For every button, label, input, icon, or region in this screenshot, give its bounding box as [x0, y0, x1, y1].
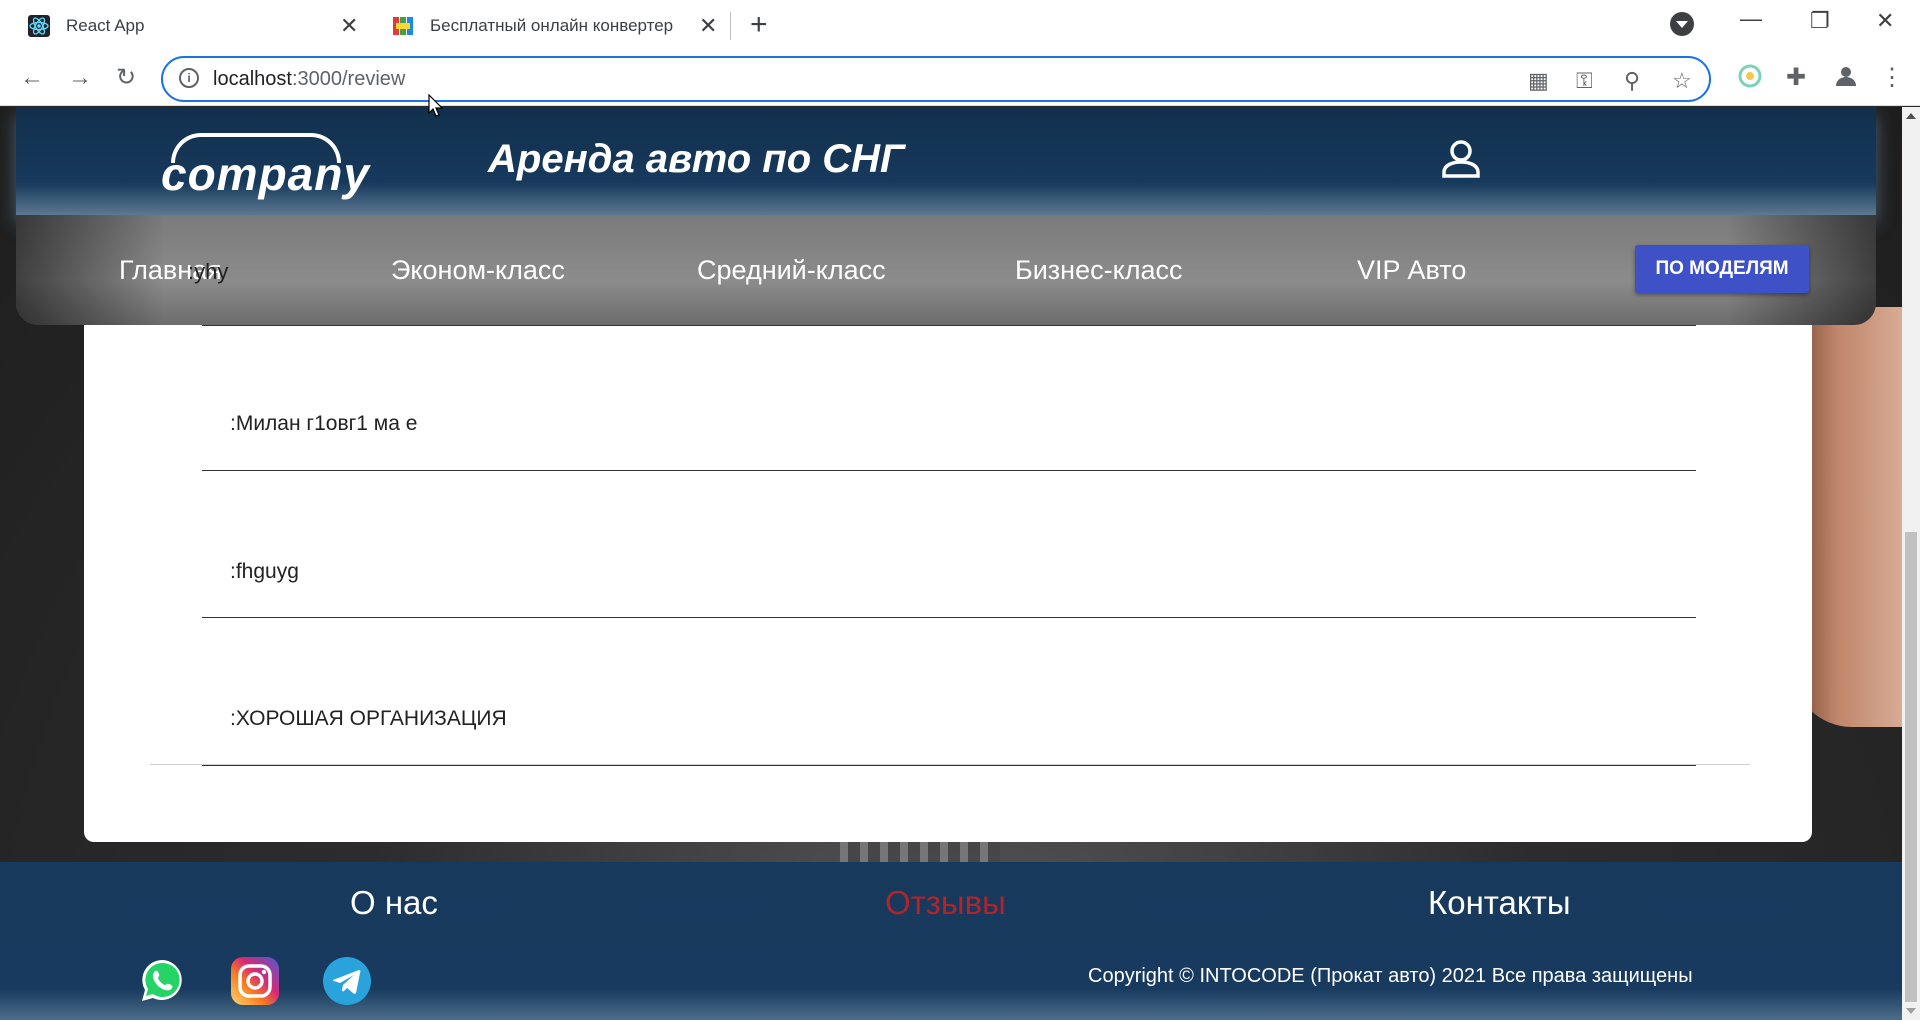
site-footer: О нас Отзывы Контакты Copyright © INTOCO… — [0, 862, 1902, 1020]
reviews-card: :Милан г1овг1 ма е :fhguyg :ХОРОШАЯ ОРГА… — [84, 325, 1812, 842]
tab-title: Бесплатный онлайн конвертер — [430, 15, 674, 35]
review-text: :fhguyg — [230, 560, 299, 583]
site-title: Аренда авто по СНГ — [488, 137, 905, 181]
review-item: :Милан г1овг1 ма е — [230, 412, 417, 436]
extension-colorful-icon[interactable] — [1738, 64, 1762, 95]
restore-icon[interactable]: ❐ — [1810, 8, 1830, 34]
nav-overlap-text: :yhy — [188, 259, 229, 284]
nav-link-economy[interactable]: Эконом-класс — [391, 255, 565, 286]
nav-link-business[interactable]: Бизнес-класс — [1015, 255, 1182, 286]
browser-tabbar: React App ✕ Бесплатный онлайн конвертер … — [0, 0, 1920, 51]
user-account-icon[interactable] — [1441, 139, 1481, 179]
telegram-icon[interactable] — [323, 957, 371, 1005]
close-tab-icon[interactable]: ✕ — [699, 13, 717, 39]
review-divider — [202, 617, 1696, 618]
tab-separator — [730, 12, 731, 40]
footer-link-reviews[interactable]: Отзывы — [885, 884, 1006, 922]
page-scrollbar[interactable] — [1902, 107, 1920, 1020]
by-models-button[interactable]: ПО МОДЕЛЯМ — [1635, 245, 1809, 293]
review-text: :Милан г1овг1 ма е — [230, 412, 418, 435]
logo-text: company — [161, 148, 370, 200]
review-item: :fhguyg — [230, 560, 299, 584]
back-icon[interactable]: ← — [20, 64, 44, 92]
scroll-down-arrow-icon[interactable] — [1906, 1008, 1916, 1014]
react-icon — [28, 14, 50, 37]
scrollbar-thumb[interactable] — [1905, 532, 1917, 1002]
instagram-icon[interactable] — [231, 957, 279, 1005]
background-car-grille — [840, 842, 1000, 864]
scroll-up-arrow-icon[interactable] — [1906, 113, 1916, 119]
new-tab-icon[interactable]: + — [750, 10, 768, 40]
review-item: :ХОРОШАЯ ОРГАНИЗАЦИЯ — [230, 707, 507, 731]
menu-kebab-icon[interactable]: ⋮ — [1880, 64, 1904, 92]
url-path: :3000/review — [291, 68, 406, 90]
qr-code-icon[interactable]: ▦ — [1528, 68, 1549, 94]
footer-link-contacts[interactable]: Контакты — [1428, 884, 1571, 922]
footer-link-about[interactable]: О нас — [350, 884, 438, 922]
copyright-text: Copyright © INTOCODE (Прокат авто) 2021 … — [1088, 965, 1693, 987]
url-host: localhost — [213, 68, 292, 90]
site-header: company Аренда авто по СНГ — [16, 107, 1876, 215]
review-divider — [202, 765, 1696, 766]
whatsapp-icon[interactable] — [138, 957, 186, 1005]
forward-icon[interactable]: → — [68, 64, 92, 92]
bookmark-star-icon[interactable]: ☆ — [1672, 68, 1692, 94]
tab-search-icon[interactable] — [1670, 12, 1694, 36]
extensions-puzzle-icon[interactable]: ✚ — [1786, 64, 1806, 92]
address-bar[interactable]: i localhost:3000/review ▦ ⚿ ⚲ ☆ — [161, 56, 1711, 102]
company-logo[interactable]: company — [161, 133, 369, 200]
main-navigation: Главная :yhy Эконом-класс Средний-класс … — [16, 215, 1876, 325]
nav-link-middle[interactable]: Средний-класс — [697, 255, 886, 286]
close-tab-icon[interactable]: ✕ — [340, 13, 358, 39]
mouse-cursor-icon — [428, 93, 444, 118]
tab-converter[interactable]: Бесплатный онлайн конвертер ✕ — [392, 0, 722, 51]
review-divider — [202, 470, 1696, 471]
tab-react-app[interactable]: React App ✕ — [28, 0, 358, 51]
profile-icon[interactable] — [1834, 64, 1858, 95]
minimize-icon[interactable]: — — [1740, 6, 1762, 32]
url-text[interactable]: localhost:3000/review — [213, 68, 405, 91]
review-divider — [202, 325, 1696, 326]
converter-icon — [392, 15, 414, 37]
page-viewport: company Аренда авто по СНГ Главная :yhy … — [0, 107, 1902, 1020]
close-window-icon[interactable]: ✕ — [1876, 8, 1894, 34]
nav-link-vip[interactable]: VIP Авто — [1357, 255, 1466, 286]
nav-shadow — [16, 215, 1876, 325]
zoom-icon[interactable]: ⚲ — [1624, 68, 1640, 94]
site-info-icon[interactable]: i — [179, 68, 199, 88]
browser-toolbar: ← → ↻ i localhost:3000/review ▦ ⚿ ⚲ ☆ ✚ … — [0, 51, 1920, 106]
tab-title: React App — [66, 15, 145, 35]
key-icon[interactable]: ⚿ — [1576, 68, 1593, 94]
review-text: :ХОРОШАЯ ОРГАНИЗАЦИЯ — [230, 707, 507, 730]
reload-icon[interactable]: ↻ — [116, 64, 136, 92]
